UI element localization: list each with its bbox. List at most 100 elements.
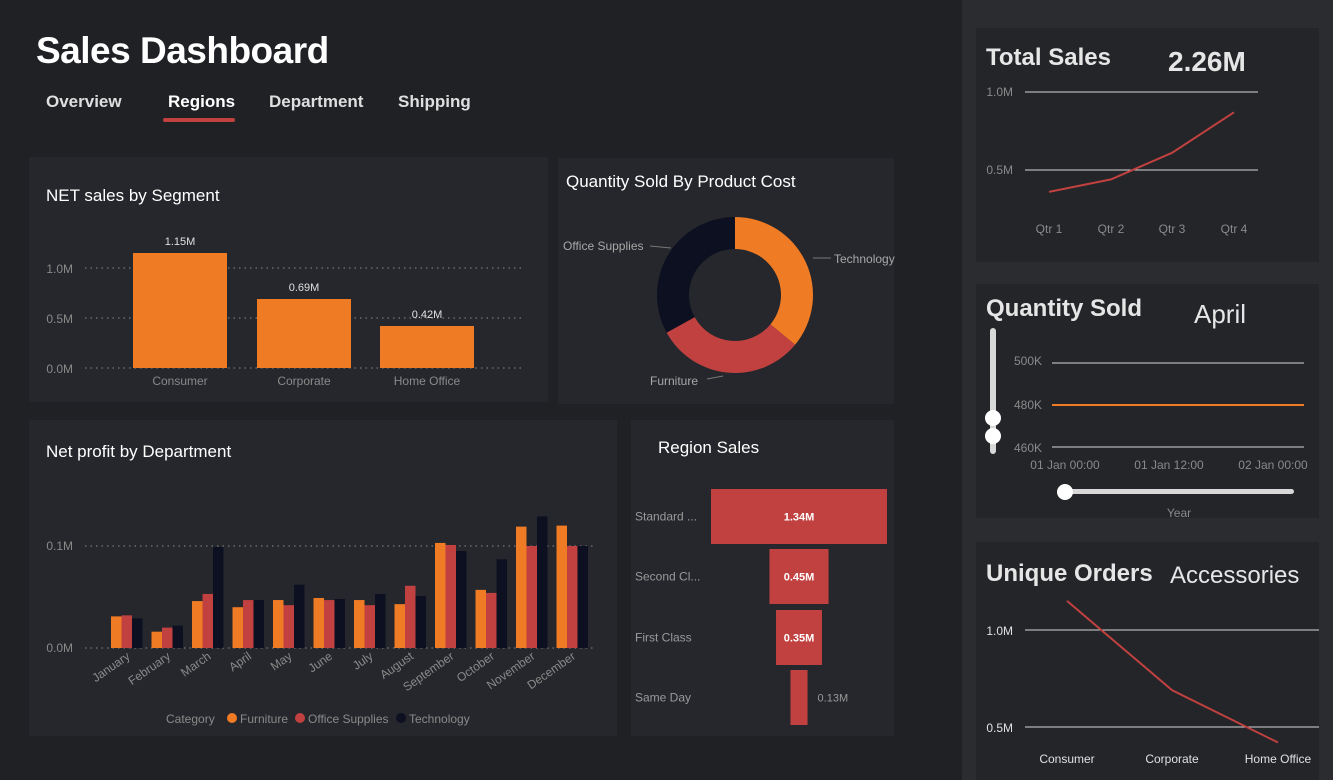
label-leader bbox=[649, 245, 672, 249]
product-cost-donut[interactable]: Office Supplies Technology Furniture bbox=[558, 158, 895, 404]
bar-may-furniture bbox=[273, 600, 284, 648]
data-label: 0.35M bbox=[784, 633, 815, 645]
y-tick: 1.0M bbox=[986, 624, 1013, 638]
bar-consumer bbox=[133, 253, 227, 368]
y-tick: 480K bbox=[1014, 398, 1042, 412]
bar-home-office bbox=[380, 326, 474, 368]
tab-regions[interactable]: Regions bbox=[168, 92, 235, 112]
segment-bar-chart[interactable]: 0.0M 0.5M 1.0M 1.15M Consumer 0.69M Corpora… bbox=[29, 157, 548, 402]
bar-corporate bbox=[257, 299, 351, 368]
y-tick: 0.5M bbox=[46, 312, 73, 326]
region-sales-card[interactable]: Region Sales Standard ... 1.34M Second Cl.… bbox=[631, 420, 894, 736]
bar-october-technology bbox=[496, 559, 507, 648]
x-tick: June bbox=[306, 649, 336, 676]
bar-november-office-supplies bbox=[526, 546, 537, 648]
vertical-slider-handle-top[interactable] bbox=[985, 410, 1001, 426]
category-label: Same Day bbox=[635, 691, 691, 705]
bar-april-technology bbox=[253, 600, 264, 648]
bar-september-office-supplies bbox=[445, 544, 456, 648]
data-label: 0.69M bbox=[289, 282, 320, 294]
legend-label-technology: Technology bbox=[409, 712, 470, 726]
tab-shipping[interactable]: Shipping bbox=[398, 92, 471, 112]
bar-september-furniture bbox=[435, 542, 446, 648]
bar-november-technology bbox=[537, 516, 548, 648]
donut-slice-office-supplies bbox=[657, 217, 735, 333]
slice-label-technology: Technology bbox=[834, 252, 895, 266]
active-tab-indicator bbox=[163, 118, 235, 122]
quantity-sold-chart[interactable]: 500K 480K 460K 01 Jan 00:00 01 Jan 12:00… bbox=[976, 284, 1319, 520]
bar-july-technology bbox=[375, 593, 386, 648]
bar-january-furniture bbox=[111, 616, 122, 648]
donut-slice-technology bbox=[735, 217, 813, 345]
bar-march-furniture bbox=[192, 601, 203, 648]
bar-february-technology bbox=[172, 625, 183, 648]
horizontal-slider-track[interactable] bbox=[1064, 489, 1294, 494]
legend-title: Category bbox=[166, 712, 215, 726]
department-profit-card[interactable]: Net profit by Department 0.0M 0.1M Categ… bbox=[29, 420, 617, 736]
bar-february-furniture bbox=[151, 631, 162, 648]
category-label: Standard ... bbox=[635, 510, 697, 524]
bar-december-furniture bbox=[556, 525, 567, 648]
tab-overview[interactable]: Overview bbox=[46, 92, 122, 112]
y-tick: 0.0M bbox=[46, 641, 73, 655]
data-label: 0.13M bbox=[818, 693, 849, 705]
x-tick: Home Office bbox=[1245, 752, 1312, 766]
legend-label-furniture: Furniture bbox=[240, 712, 288, 726]
horizontal-slider-handle[interactable] bbox=[1057, 484, 1073, 500]
x-tick: Qtr 1 bbox=[1036, 222, 1063, 236]
x-tick: Qtr 4 bbox=[1221, 222, 1248, 236]
x-tick: Home Office bbox=[394, 374, 461, 388]
orders-line bbox=[1066, 600, 1279, 744]
x-tick: April bbox=[226, 649, 254, 674]
bar-september-technology bbox=[456, 551, 467, 648]
bar-august-office-supplies bbox=[405, 585, 416, 648]
x-tick: 01 Jan 00:00 bbox=[1030, 458, 1100, 472]
bar-january-office-supplies bbox=[121, 615, 132, 648]
x-tick: 02 Jan 00:00 bbox=[1238, 458, 1308, 472]
unique-orders-card[interactable]: Unique Orders Accessories 0.5M 1.0M Cons… bbox=[976, 542, 1319, 780]
quantity-sold-card[interactable]: Quantity Sold April 500K 480K 460K 01 Ja… bbox=[976, 284, 1319, 520]
label-leader bbox=[706, 375, 724, 380]
x-tick: Consumer bbox=[152, 374, 207, 388]
segment-sales-card[interactable]: NET sales by Segment 0.0M 0.5M 1.0M 1.15… bbox=[29, 157, 548, 402]
bar-may-technology bbox=[294, 584, 305, 648]
x-tick: March bbox=[178, 649, 213, 680]
bar-december-technology bbox=[577, 546, 588, 648]
total-sales-line-chart[interactable]: 0.5M 1.0M Qtr 1 Qtr 2 Qtr 3 Qtr 4 bbox=[976, 28, 1319, 262]
data-label: 1.34M bbox=[784, 512, 815, 524]
y-tick: 1.0M bbox=[986, 85, 1013, 99]
x-tick: Qtr 2 bbox=[1098, 222, 1125, 236]
bar-june-technology bbox=[334, 599, 345, 648]
x-tick: May bbox=[268, 649, 295, 673]
legend[interactable]: Category Furniture Office Supplies Techn… bbox=[166, 712, 470, 726]
bar-august-technology bbox=[415, 595, 426, 648]
department-profit-chart[interactable]: 0.0M 0.1M Category Furniture Office Supp… bbox=[29, 420, 617, 736]
page-title: Sales Dashboard bbox=[36, 30, 329, 71]
sales-line bbox=[1048, 111, 1235, 193]
legend-marker-office-supplies bbox=[295, 713, 305, 723]
bar-february-office-supplies bbox=[162, 627, 173, 648]
funnel-bar bbox=[790, 670, 808, 725]
data-label: 0.42M bbox=[412, 309, 443, 321]
bar-march-technology bbox=[213, 547, 224, 648]
tab-department[interactable]: Department bbox=[269, 92, 363, 112]
slice-label-office-supplies: Office Supplies bbox=[563, 239, 644, 253]
bar-october-furniture bbox=[475, 589, 486, 648]
bar-november-furniture bbox=[516, 526, 527, 648]
y-tick: 1.0M bbox=[46, 262, 73, 276]
product-cost-card[interactable]: Quantity Sold By Product Cost Office Sup… bbox=[558, 158, 895, 404]
x-tick: January bbox=[89, 649, 132, 685]
bar-october-office-supplies bbox=[486, 592, 497, 648]
x-tick: July bbox=[350, 649, 376, 673]
vertical-slider-handle-bottom[interactable] bbox=[985, 428, 1001, 444]
region-funnel-chart[interactable]: Standard ... 1.34M Second Cl... 0.45M First … bbox=[631, 420, 894, 736]
data-label: 1.15M bbox=[165, 236, 196, 248]
unique-orders-line-chart[interactable]: 0.5M 1.0M Consumer Corporate Home Office bbox=[976, 542, 1319, 780]
y-tick: 500K bbox=[1014, 354, 1042, 368]
bar-march-office-supplies bbox=[202, 593, 213, 648]
total-sales-card[interactable]: Total Sales 2.26M 0.5M 1.0M Qtr 1 Qtr 2 Qt… bbox=[976, 28, 1319, 262]
x-tick: 01 Jan 12:00 bbox=[1134, 458, 1204, 472]
legend-marker-furniture bbox=[227, 713, 237, 723]
y-tick: 0.5M bbox=[986, 163, 1013, 177]
y-tick: 0.5M bbox=[986, 721, 1013, 735]
